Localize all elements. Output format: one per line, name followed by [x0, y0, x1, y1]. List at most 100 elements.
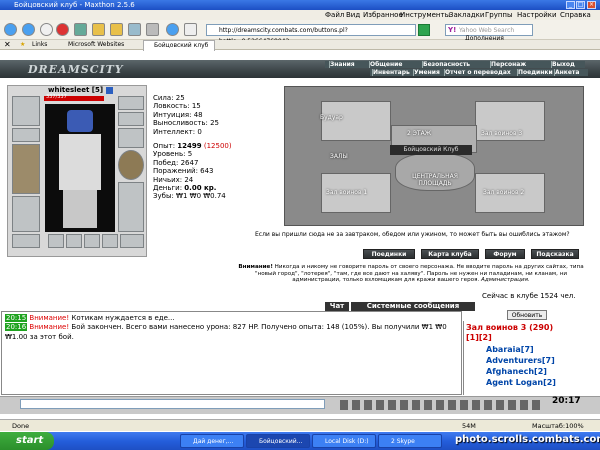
- nav-duels[interactable]: Поединки: [517, 69, 553, 76]
- menu-favorites[interactable]: Избранное: [363, 10, 403, 20]
- nav-skills[interactable]: Умения: [413, 69, 440, 76]
- star-icon[interactable]: ★: [20, 40, 25, 50]
- task-button[interactable]: Local Disk (D:): [312, 434, 376, 448]
- menu-tools[interactable]: Инструменты: [400, 10, 450, 20]
- game-clock: 20:17: [552, 396, 581, 406]
- forward-icon[interactable]: [22, 23, 35, 36]
- task-button[interactable]: Дай денег,...: [180, 434, 244, 448]
- chat-tool-icons[interactable]: [340, 400, 540, 410]
- home-icon[interactable]: [74, 23, 87, 36]
- menu-view[interactable]: Вид: [346, 10, 360, 20]
- watermark: photo.scrolls.combats.com: [455, 434, 600, 445]
- clubmap-button[interactable]: Карта клуба: [421, 249, 479, 259]
- nav-profile[interactable]: Анкета: [554, 69, 579, 76]
- room-pages[interactable]: [1][2]: [466, 333, 492, 342]
- map-note: Если вы пришли сюда не за завтраком, обе…: [255, 231, 570, 238]
- nav-transfers[interactable]: Отчет о переводах: [444, 69, 511, 76]
- stop-icon[interactable]: [56, 23, 69, 36]
- menu-groups[interactable]: Группы: [485, 10, 513, 20]
- nav-exit[interactable]: Выход: [551, 61, 575, 68]
- stat-money: Деньги: 0.00 кр.: [153, 184, 217, 193]
- map-label-club[interactable]: Бойцовский Клуб: [390, 145, 472, 155]
- favorites-icon[interactable]: [92, 23, 105, 36]
- room-user[interactable]: Afghanech[2]: [486, 367, 547, 376]
- character-level: [5]: [91, 86, 104, 94]
- tab-fight-club[interactable]: Бойцовский клуб: [143, 40, 215, 51]
- minimize-button[interactable]: _: [566, 1, 575, 9]
- earring-slot[interactable]: [118, 96, 144, 110]
- room-list: Зал воинов 3 (290) [1][2] Abaraia[7] Adv…: [463, 321, 600, 395]
- yahoo-icon: Y!: [448, 26, 457, 34]
- menu-help[interactable]: Справка: [560, 10, 591, 20]
- helmet-slot[interactable]: [12, 96, 40, 126]
- map-label-halls: ЗАЛЫ: [330, 153, 348, 160]
- back-icon[interactable]: [4, 23, 17, 36]
- nav-communication[interactable]: Общение: [369, 61, 402, 68]
- stat-strength: Сила: 25: [153, 94, 185, 102]
- map-room-boudoir[interactable]: [321, 101, 391, 141]
- hint-button[interactable]: Подсказка: [531, 249, 579, 259]
- forum-button[interactable]: Форум: [485, 249, 525, 259]
- weapon-slot[interactable]: [12, 144, 40, 194]
- character-armor-icon: [59, 134, 101, 190]
- armor-slot[interactable]: [12, 196, 40, 232]
- task-button[interactable]: Бойцовский...: [246, 434, 310, 448]
- print-icon[interactable]: [146, 23, 159, 36]
- close-button[interactable]: ×: [587, 1, 596, 9]
- task-button[interactable]: 2 Skype: [378, 434, 442, 448]
- pet-slot[interactable]: [120, 234, 144, 248]
- tab-system-messages[interactable]: Системные сообщения: [351, 302, 475, 311]
- menu-file[interactable]: Файл: [325, 10, 344, 20]
- chat-tabs: Чат Системные сообщения: [325, 302, 475, 311]
- map-label-floor2: 2 ЭТАЖ: [407, 130, 432, 137]
- shield-slot[interactable]: [118, 150, 144, 180]
- ring-slot[interactable]: [118, 112, 144, 126]
- zoom-level[interactable]: Масштаб:100%: [532, 420, 584, 432]
- spell-slot-4[interactable]: [102, 234, 118, 248]
- tab-chat[interactable]: Чат: [325, 302, 349, 311]
- chat-input[interactable]: [20, 399, 325, 409]
- belt-slot[interactable]: [12, 234, 40, 248]
- fights-button[interactable]: Поединки: [363, 249, 415, 259]
- spell-slot-2[interactable]: [66, 234, 82, 248]
- room-user[interactable]: Adventurers[7]: [486, 356, 555, 365]
- links-folder[interactable]: Links: [32, 40, 47, 50]
- room-user[interactable]: Abaraia[7]: [486, 345, 534, 354]
- menu-bookmarks[interactable]: Закладки: [449, 10, 484, 20]
- ms-websites-folder[interactable]: Microsoft Websites: [68, 40, 124, 50]
- spell-slot-1[interactable]: [48, 234, 64, 248]
- info-icon[interactable]: [105, 86, 113, 94]
- amulet-slot[interactable]: [12, 128, 40, 142]
- gloves-slot[interactable]: [118, 128, 144, 148]
- go-icon[interactable]: [418, 24, 430, 36]
- nav-knowledge[interactable]: Знания: [329, 61, 355, 68]
- group-icon[interactable]: [110, 23, 123, 36]
- chat-line: 20:16 Внимание! Бой закончен. Всего вами…: [5, 323, 447, 341]
- reload-icon[interactable]: [40, 23, 53, 36]
- pin-icon[interactable]: ✕: [4, 40, 11, 50]
- address-bar[interactable]: http://dreamscity.combats.com/buttons.pl…: [206, 24, 416, 45]
- start-button[interactable]: start: [0, 432, 54, 450]
- spell-slot-3[interactable]: [84, 234, 100, 248]
- club-map: [284, 86, 584, 226]
- menu-settings[interactable]: Настройки: [517, 10, 557, 20]
- room-user[interactable]: Agent Logan[2]: [486, 378, 556, 387]
- boots-slot[interactable]: [118, 182, 144, 232]
- refresh-button[interactable]: Обновить: [507, 310, 547, 320]
- game-logo: DREAMSCITY: [28, 63, 124, 76]
- history-icon[interactable]: [166, 23, 179, 36]
- maximize-button[interactable]: □: [576, 1, 585, 9]
- nav-character[interactable]: Персонаж: [490, 61, 526, 68]
- nav-inventory[interactable]: Инвентарь: [372, 69, 410, 76]
- stat-experience: Опыт: 12499 (12500): [153, 142, 232, 151]
- mail-icon[interactable]: [128, 23, 141, 36]
- online-count: Сейчас в клубе 1524 чел.: [482, 292, 576, 300]
- hp-bar: 337/337: [44, 94, 104, 101]
- page-icon[interactable]: [184, 23, 197, 36]
- character-name[interactable]: whitesleet [5]: [48, 86, 113, 94]
- character-stats: Сила: 25 Ловкость: 15 Интуиция: 48 Вынос…: [153, 94, 232, 201]
- map-label-boudoir: Будуар: [320, 114, 343, 121]
- status-text: Done: [12, 422, 30, 430]
- map-label-hall3: Зал воинов 3: [481, 130, 523, 137]
- nav-security[interactable]: Безопасность: [422, 61, 470, 68]
